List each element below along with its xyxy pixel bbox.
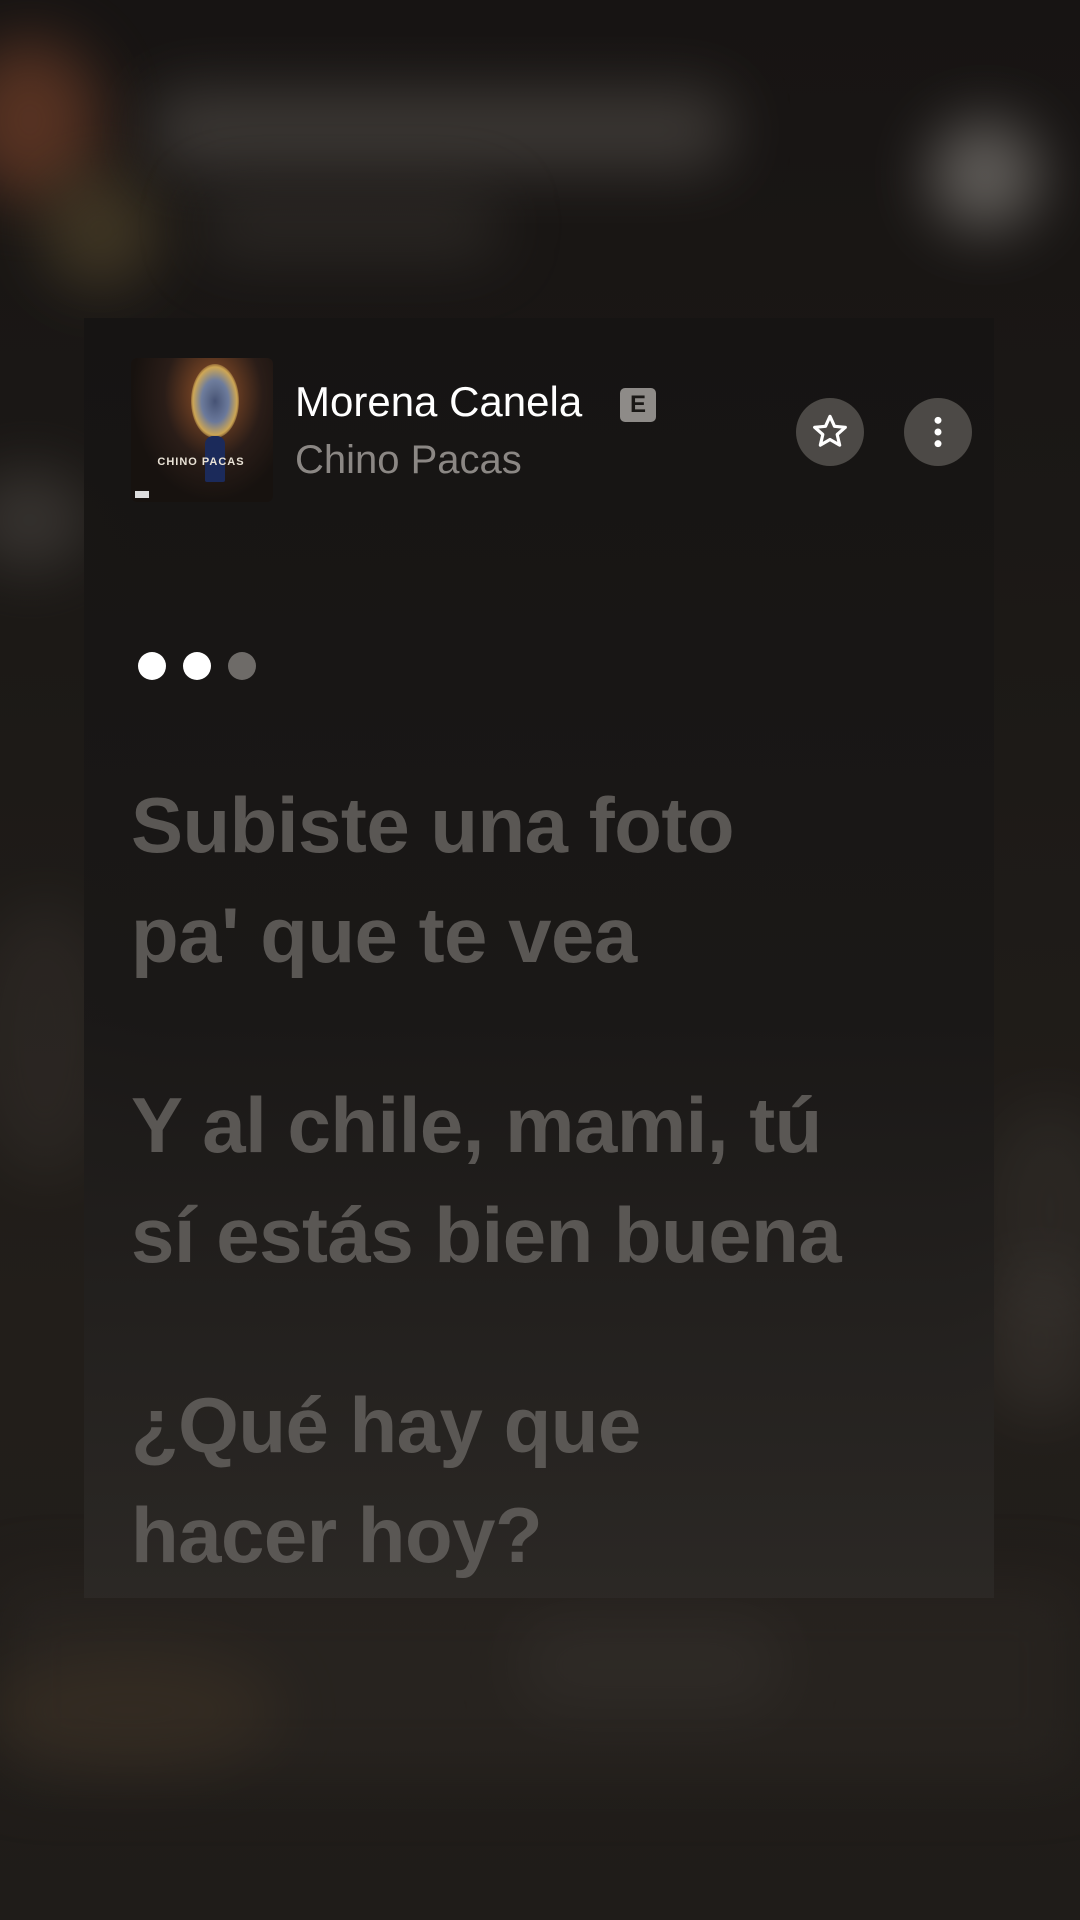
- more-options-button[interactable]: [904, 398, 972, 466]
- lyric-text: pa' que te vea: [131, 891, 637, 979]
- album-artwork[interactable]: CHINO PACAS: [131, 358, 273, 502]
- lyric-progress-dots: [138, 652, 256, 680]
- track-artist[interactable]: Chino Pacas: [295, 438, 522, 483]
- lyric-text: Y al chile, mami, tú: [131, 1081, 822, 1169]
- progress-dot: [183, 652, 211, 680]
- track-title: Morena Canela: [295, 378, 583, 425]
- lyric-line[interactable]: Subiste una foto pa' que te vea: [131, 770, 971, 990]
- artwork-text: CHINO PACAS: [157, 456, 245, 468]
- star-icon: [813, 414, 847, 447]
- lyric-line[interactable]: ¿Qué hay que hacer hoy?: [131, 1370, 971, 1590]
- lyric-line[interactable]: Y al chile, mami, tú sí estás bien buena: [131, 1070, 971, 1290]
- lyric-text: sí estás bien buena: [131, 1191, 842, 1279]
- progress-dot: [138, 652, 166, 680]
- lyrics-list: Subiste una foto pa' que te vea Y al chile…: [131, 770, 971, 1670]
- progress-dot: [228, 652, 256, 680]
- more-vertical-icon: [934, 416, 942, 448]
- lyric-text: hacer hoy?: [131, 1491, 543, 1579]
- favorite-button[interactable]: [796, 398, 864, 466]
- explicit-badge: E: [620, 388, 656, 422]
- lyric-text: ¿Qué hay que: [131, 1381, 641, 1469]
- lyric-text: Subiste una foto: [131, 781, 734, 869]
